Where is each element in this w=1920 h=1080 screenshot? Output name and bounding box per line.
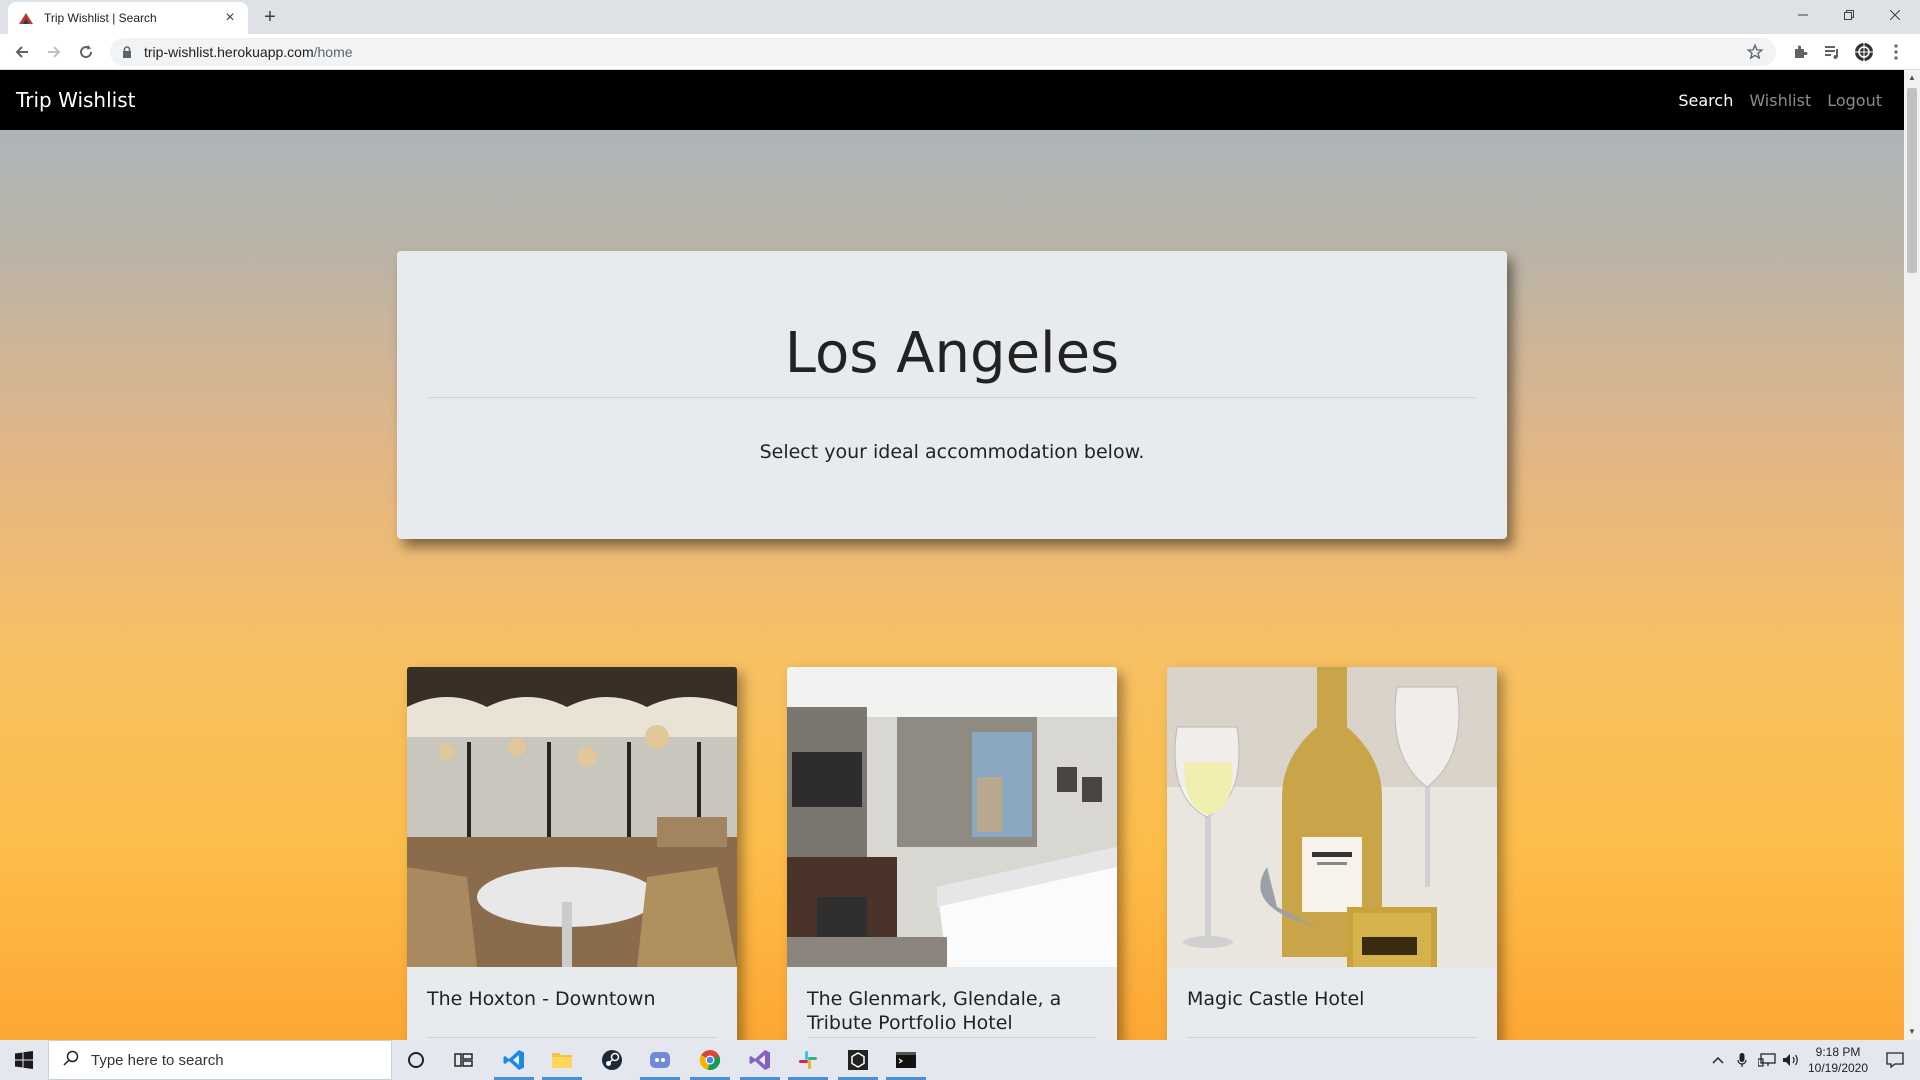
address-bar[interactable]: trip-wishlist.herokuapp.com/home bbox=[110, 38, 1776, 66]
accommodation-card[interactable]: Magic Castle Hotel bbox=[1167, 667, 1497, 1040]
scrollbar-thumb[interactable] bbox=[1907, 88, 1917, 273]
url-path: /home bbox=[313, 44, 353, 60]
volume-icon[interactable] bbox=[1780, 1040, 1802, 1080]
page-viewport: Trip Wishlist Search Wishlist Logout Los… bbox=[0, 70, 1904, 1040]
card-title: The Glenmark, Glendale, a Tribute Portfo… bbox=[807, 988, 1062, 1034]
city-title: Los Angeles bbox=[784, 321, 1120, 386]
windows-taskbar: Type here to search 9:18 PM 10/19/2020 bbox=[0, 1040, 1920, 1080]
discord-icon[interactable] bbox=[636, 1040, 684, 1080]
url-host: trip-wishlist.herokuapp.com bbox=[144, 44, 314, 60]
taskbar-clock[interactable]: 9:18 PM 10/19/2020 bbox=[1802, 1044, 1874, 1076]
taskbar-search-box[interactable]: Type here to search bbox=[48, 1040, 392, 1080]
chrome-icon[interactable] bbox=[686, 1040, 734, 1080]
restaurant-terrace-photo bbox=[407, 667, 737, 967]
unity-icon[interactable] bbox=[834, 1040, 882, 1080]
search-icon bbox=[63, 1050, 79, 1071]
card-title: Magic Castle Hotel bbox=[1187, 988, 1365, 1010]
media-queue-icon[interactable] bbox=[1822, 42, 1842, 62]
site-nav-links: Search Wishlist Logout bbox=[1678, 91, 1882, 110]
minimize-icon[interactable] bbox=[1780, 0, 1826, 30]
profile-avatar-icon[interactable] bbox=[1854, 42, 1874, 62]
browser-toolbar: trip-wishlist.herokuapp.com/home bbox=[0, 34, 1920, 70]
accommodation-card[interactable]: The Glenmark, Glendale, a Tribute Portfo… bbox=[787, 667, 1117, 1040]
extensions-puzzle-icon[interactable] bbox=[1790, 42, 1810, 62]
site-navbar: Trip Wishlist Search Wishlist Logout bbox=[0, 70, 1904, 130]
card-divider bbox=[1187, 1037, 1477, 1038]
site-favicon-icon bbox=[18, 10, 34, 26]
forward-icon[interactable] bbox=[42, 40, 66, 64]
file-explorer-icon[interactable] bbox=[538, 1040, 586, 1080]
hero-subtitle: Select your ideal accommodation below. bbox=[759, 441, 1145, 463]
windows-start-icon[interactable] bbox=[0, 1040, 48, 1080]
steam-icon[interactable] bbox=[588, 1040, 636, 1080]
bookmark-star-icon[interactable] bbox=[1746, 43, 1764, 61]
hero-panel: Los Angeles Select your ideal accommodat… bbox=[397, 251, 1507, 539]
network-icon[interactable] bbox=[1756, 1040, 1778, 1080]
task-view-icon[interactable] bbox=[440, 1040, 488, 1080]
notifications-icon[interactable] bbox=[1878, 1040, 1912, 1080]
scroll-down-icon[interactable]: ▼ bbox=[1904, 1024, 1920, 1040]
accommodation-card[interactable]: The Hoxton - Downtown bbox=[407, 667, 737, 1040]
visual-studio-icon[interactable] bbox=[736, 1040, 784, 1080]
clock-time: 9:18 PM bbox=[1815, 1045, 1861, 1059]
browser-tab[interactable]: Trip Wishlist | Search × bbox=[8, 2, 248, 34]
card-divider bbox=[807, 1037, 1097, 1038]
champagne-bottle-photo bbox=[1167, 667, 1497, 967]
back-icon[interactable] bbox=[10, 40, 34, 64]
new-tab-icon[interactable]: + bbox=[258, 5, 282, 29]
site-brand[interactable]: Trip Wishlist bbox=[16, 88, 135, 112]
microphone-icon[interactable] bbox=[1732, 1040, 1752, 1080]
clock-date: 10/19/2020 bbox=[1807, 1061, 1869, 1075]
card-title: The Hoxton - Downtown bbox=[427, 988, 656, 1010]
nav-search-link[interactable]: Search bbox=[1678, 91, 1733, 110]
vscode-icon[interactable] bbox=[490, 1040, 538, 1080]
page-scrollbar[interactable]: ▲ ▼ bbox=[1904, 70, 1920, 1040]
scroll-up-icon[interactable]: ▲ bbox=[1904, 70, 1920, 86]
card-divider bbox=[427, 1037, 717, 1038]
restore-icon[interactable] bbox=[1826, 0, 1872, 30]
lock-icon bbox=[122, 46, 134, 58]
close-window-icon[interactable] bbox=[1872, 0, 1918, 30]
slack-icon[interactable] bbox=[784, 1040, 832, 1080]
tab-title: Trip Wishlist | Search bbox=[44, 11, 157, 25]
show-hidden-icons-chevron-icon[interactable] bbox=[1708, 1040, 1728, 1080]
reload-icon[interactable] bbox=[74, 40, 98, 64]
taskbar-search-placeholder: Type here to search bbox=[91, 1051, 224, 1069]
tab-close-icon[interactable]: × bbox=[222, 10, 238, 26]
chrome-menu-icon[interactable] bbox=[1886, 42, 1906, 62]
cortana-icon[interactable] bbox=[392, 1040, 440, 1080]
hotel-room-photo bbox=[787, 667, 1117, 967]
hero-divider bbox=[429, 397, 1475, 398]
nav-logout-link[interactable]: Logout bbox=[1827, 91, 1882, 110]
terminal-icon[interactable] bbox=[882, 1040, 930, 1080]
nav-wishlist-link[interactable]: Wishlist bbox=[1749, 91, 1811, 110]
browser-tab-bar: Trip Wishlist | Search × + bbox=[0, 0, 1920, 34]
